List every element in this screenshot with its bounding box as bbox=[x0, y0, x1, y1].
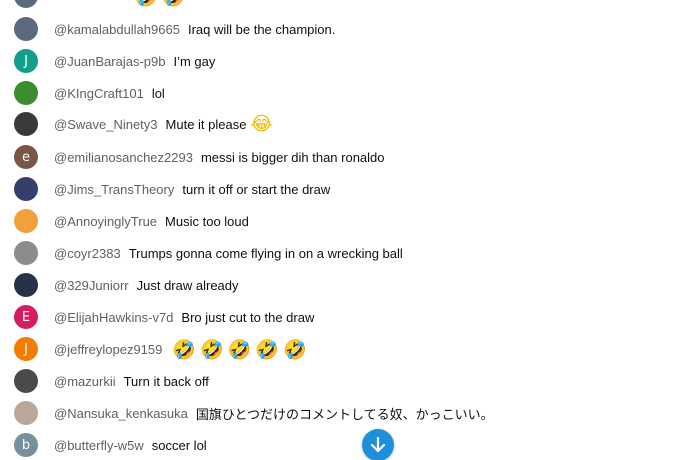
message-text: Music too loud bbox=[165, 213, 249, 229]
chat-message[interactable]: E @ElijahHawkins-v7d Bro just cut to the… bbox=[14, 305, 314, 329]
message-author[interactable]: @coyr2383 bbox=[54, 246, 121, 261]
message-author[interactable]: @AnnoyinglyTrue bbox=[54, 214, 157, 229]
avatar[interactable]: J bbox=[14, 49, 38, 73]
message-text: Turn it back off bbox=[123, 373, 209, 389]
message-text: Iraq will be the champion. bbox=[187, 21, 336, 37]
message-text: lol bbox=[151, 85, 165, 101]
message-author[interactable]: @Jims_TransTheory bbox=[54, 182, 174, 197]
chat-message[interactable]: e @emilianosanchez2293 messi is bigger d… bbox=[14, 145, 385, 169]
chat-message[interactable]: @mazurkii Turn it back off bbox=[14, 369, 209, 393]
message-author[interactable]: @kamalabdullah9665 bbox=[54, 22, 180, 37]
chat-message[interactable]: @Jims_TransTheory turn it off or start t… bbox=[14, 177, 330, 201]
message-emoji: 🤣🤣 bbox=[134, 0, 189, 8]
message-author[interactable]: @ElijahHawkins-v7d bbox=[54, 310, 173, 325]
message-text: I’m gay bbox=[173, 53, 216, 69]
message-author[interactable]: @emilianosanchez2293 bbox=[54, 150, 193, 165]
message-author[interactable]: @butterfly-w5w bbox=[54, 438, 144, 453]
avatar[interactable]: e bbox=[14, 145, 38, 169]
avatar[interactable]: J bbox=[14, 337, 38, 361]
live-chat-list: 🤣🤣 @kamalabdullah9665 Iraq will be the c… bbox=[0, 0, 694, 460]
message-text: messi is bigger dih than ronaldo bbox=[200, 149, 385, 165]
chat-message[interactable]: @Swave_Ninety3 Mute it please 😂 bbox=[14, 112, 273, 136]
avatar[interactable]: b bbox=[14, 433, 38, 457]
message-text: 国旗ひとつだけのコメントしてる奴、かっこいい。 bbox=[195, 406, 494, 422]
avatar[interactable] bbox=[14, 209, 38, 233]
message-author[interactable]: @JuanBarajas-p9b bbox=[54, 54, 165, 69]
rolling-laughing-emoji-icon: 🤣🤣🤣🤣🤣 bbox=[172, 338, 311, 361]
avatar[interactable] bbox=[14, 241, 38, 265]
chat-message[interactable]: J @JuanBarajas-p9b I’m gay bbox=[14, 49, 215, 73]
avatar[interactable] bbox=[14, 273, 38, 297]
message-author[interactable]: @Nansuka_kenkasuka bbox=[54, 406, 188, 421]
chat-message[interactable]: @AnnoyinglyTrue Music too loud bbox=[14, 209, 249, 233]
avatar[interactable]: E bbox=[14, 305, 38, 329]
message-author[interactable]: @mazurkii bbox=[54, 374, 116, 389]
avatar[interactable] bbox=[14, 81, 38, 105]
avatar bbox=[14, 0, 38, 8]
avatar[interactable] bbox=[14, 401, 38, 425]
chat-message[interactable]: @kamalabdullah9665 Iraq will be the cham… bbox=[14, 17, 335, 41]
arrow-down-icon bbox=[370, 436, 386, 453]
avatar[interactable] bbox=[14, 369, 38, 393]
message-text: Bro just cut to the draw bbox=[181, 309, 315, 325]
chat-message[interactable]: b @butterfly-w5w soccer lol bbox=[14, 433, 207, 457]
chat-message-partial: 🤣🤣 bbox=[14, 0, 189, 8]
message-text: turn it off or start the draw bbox=[182, 181, 331, 197]
chat-message[interactable]: @329Juniorr Just draw already bbox=[14, 273, 239, 297]
laughing-emoji-icon: 😂 bbox=[250, 113, 273, 135]
message-text: Trumps gonna come flying in on a wreckin… bbox=[128, 245, 403, 261]
chat-message[interactable]: @Nansuka_kenkasuka 国旗ひとつだけのコメントしてる奴、かっこい… bbox=[14, 401, 494, 425]
avatar[interactable] bbox=[14, 112, 38, 136]
chat-message[interactable]: @KIngCraft101 lol bbox=[14, 81, 165, 105]
message-author[interactable]: @jeffreylopez9159 bbox=[54, 342, 162, 357]
avatar[interactable] bbox=[14, 177, 38, 201]
chat-message[interactable]: J @jeffreylopez9159 🤣🤣🤣🤣🤣 bbox=[14, 337, 311, 361]
message-author[interactable]: @Swave_Ninety3 bbox=[54, 117, 158, 132]
message-text: Just draw already bbox=[136, 277, 239, 293]
message-text: Mute it please bbox=[165, 116, 247, 132]
scroll-to-bottom-button[interactable] bbox=[362, 429, 394, 460]
chat-message[interactable]: @coyr2383 Trumps gonna come flying in on… bbox=[14, 241, 403, 265]
message-text: soccer lol bbox=[151, 437, 207, 453]
message-author[interactable]: @KIngCraft101 bbox=[54, 86, 144, 101]
avatar[interactable] bbox=[14, 17, 38, 41]
message-author[interactable]: @329Juniorr bbox=[54, 278, 129, 293]
